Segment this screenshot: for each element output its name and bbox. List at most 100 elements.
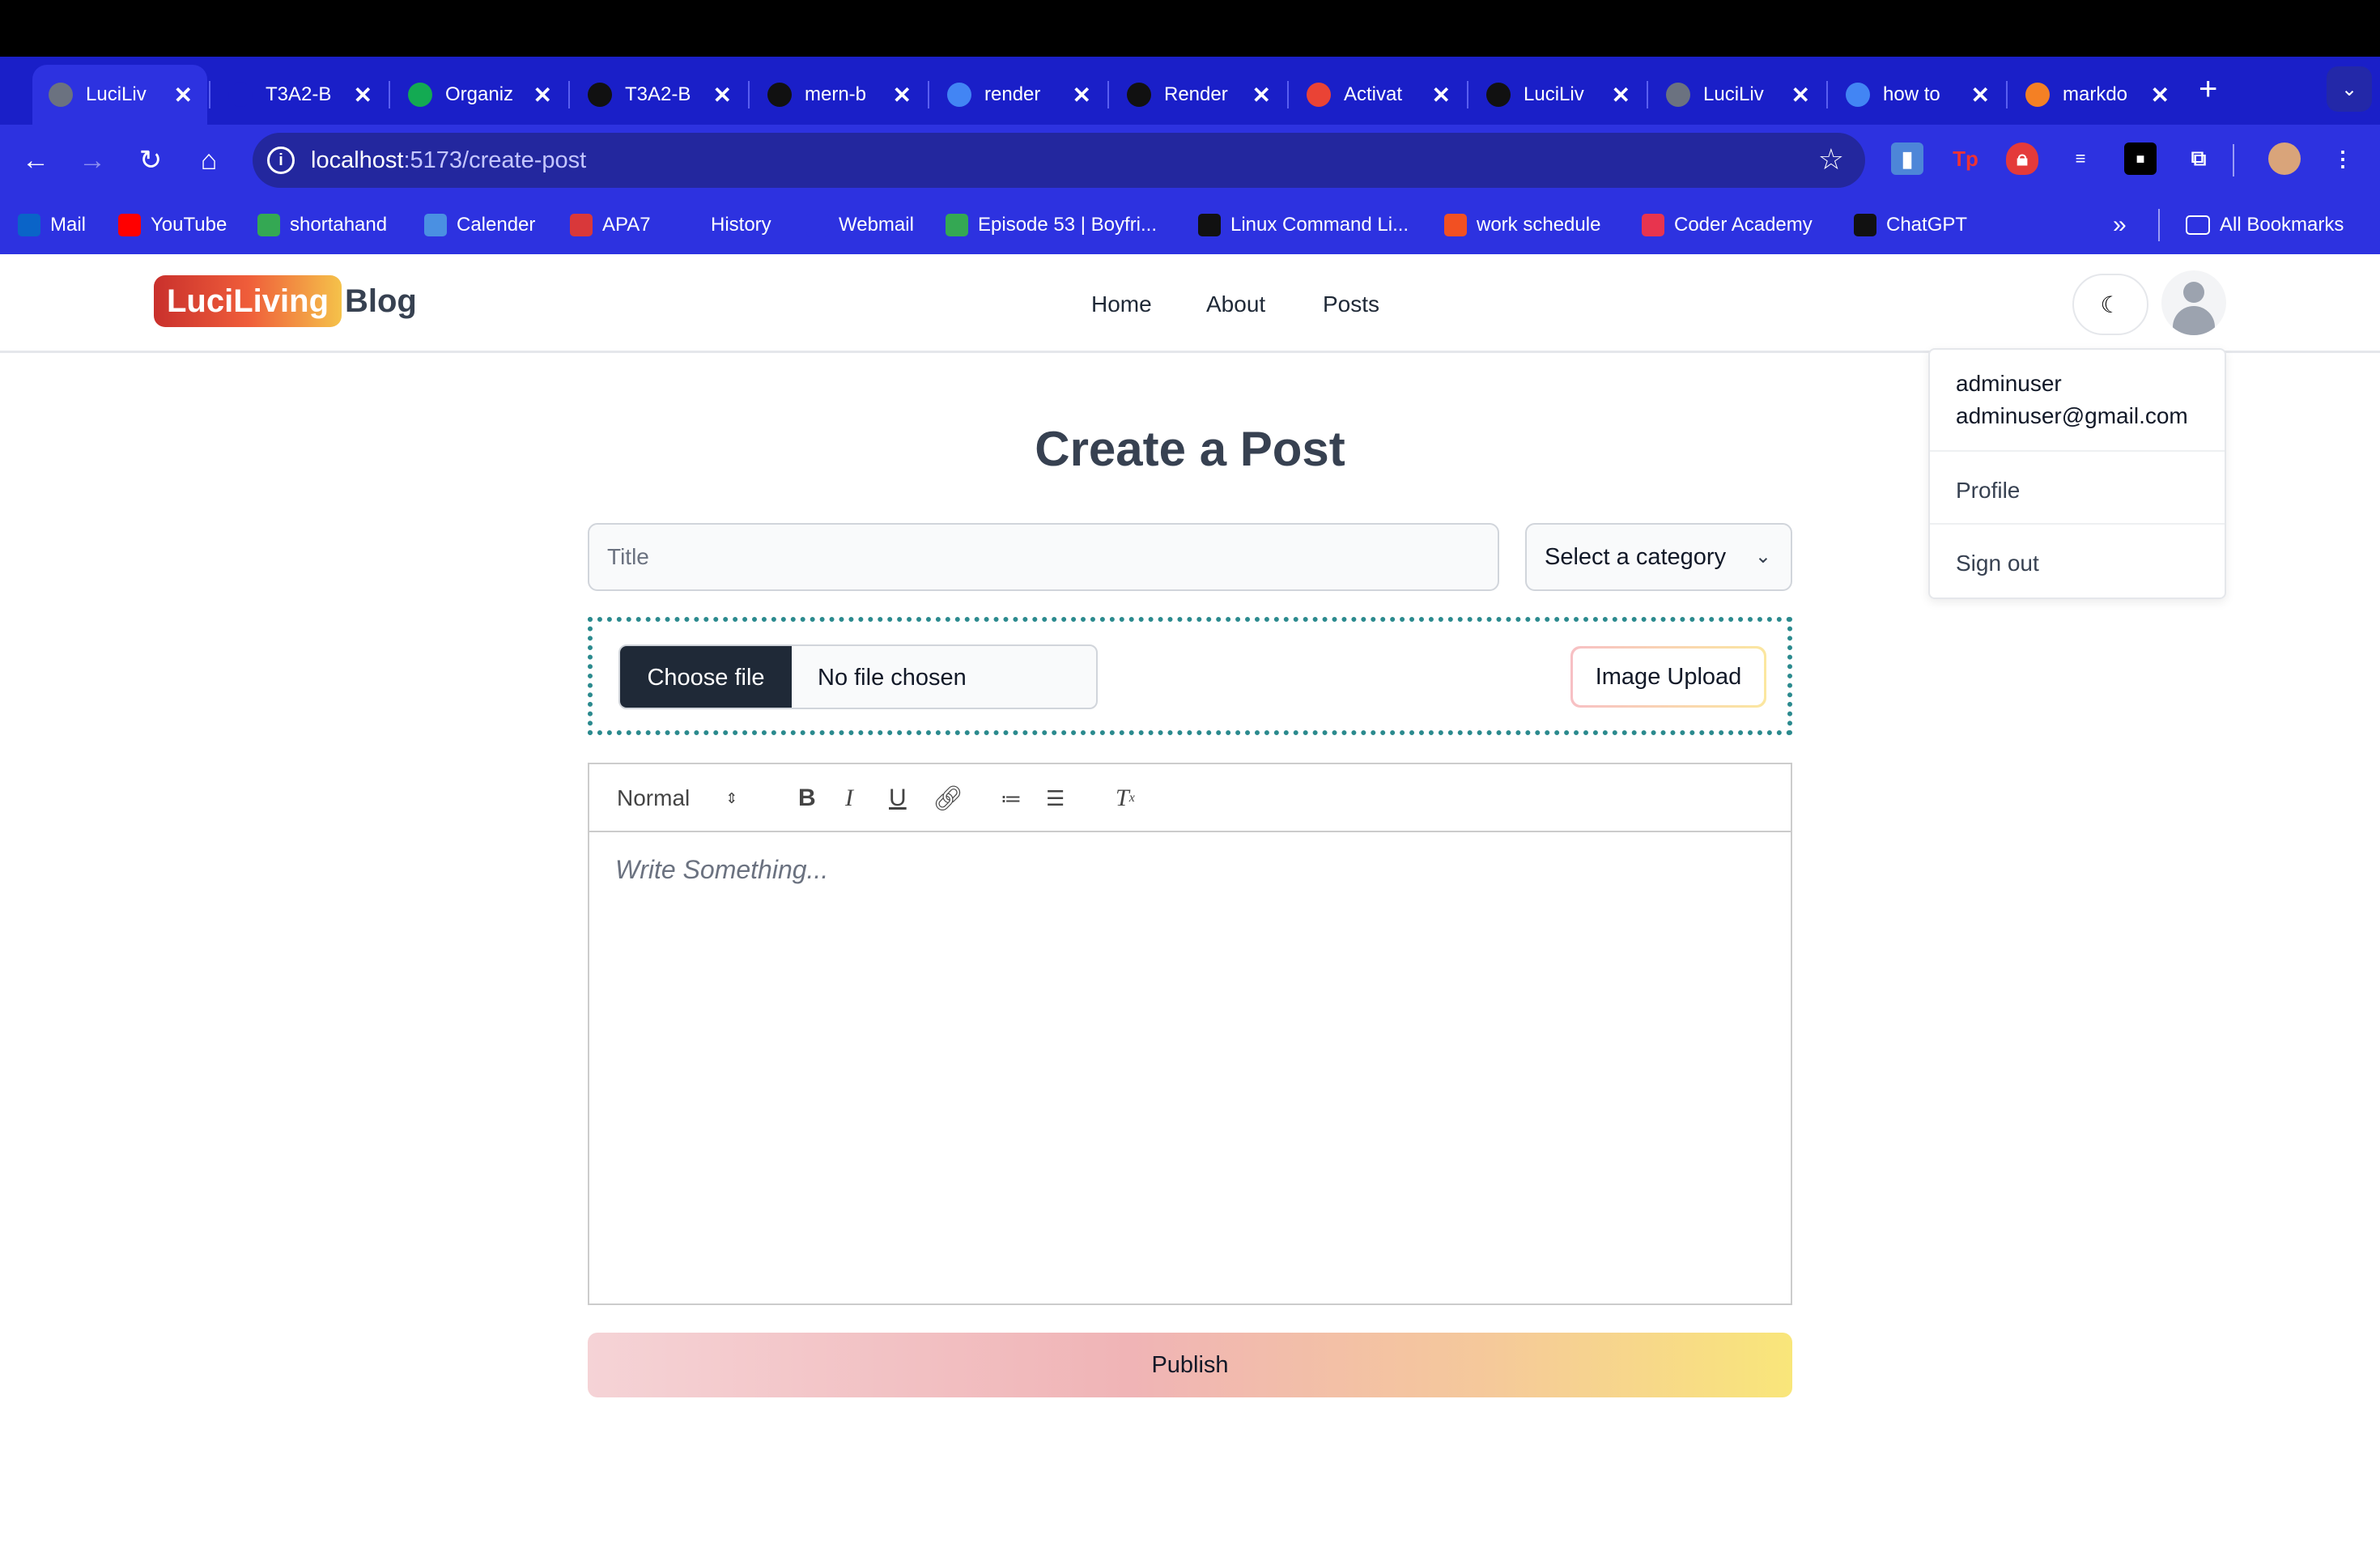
drive-icon — [257, 214, 280, 236]
github-icon — [767, 83, 792, 107]
close-icon[interactable]: ✕ — [893, 82, 912, 108]
close-icon[interactable]: ✕ — [2151, 82, 2170, 108]
browser-toolbar: ← → ↻ ⌂ i localhost:5173/create-post ☆ ▮… — [0, 125, 2380, 196]
close-icon[interactable]: ✕ — [174, 82, 193, 108]
browser-menu-icon[interactable]: ⋮ — [2327, 142, 2359, 175]
bookmark-item[interactable]: YouTube — [118, 211, 227, 240]
profile-menu-item[interactable]: Profile — [1956, 478, 2020, 504]
title-input[interactable]: Title — [588, 523, 1499, 591]
bookmark-item[interactable]: Linux Command Li... — [1198, 211, 1409, 240]
image-upload-label: Image Upload — [1573, 649, 1764, 705]
new-tab-button[interactable]: + — [2199, 71, 2217, 108]
profile-avatar-icon[interactable] — [2268, 142, 2301, 175]
image-upload-button[interactable]: Image Upload — [1570, 646, 1766, 708]
chevrons-right-icon: » — [2113, 211, 2127, 238]
theme-toggle-button[interactable]: ☾ — [2072, 274, 2148, 335]
reading-list-extension-icon[interactable]: ▮ — [1891, 142, 1923, 175]
browser-tab[interactable]: mern-b ✕ — [751, 65, 926, 125]
browser-tab[interactable]: how to ✕ — [1830, 65, 2004, 125]
close-icon[interactable]: ✕ — [533, 82, 552, 108]
home-button[interactable]: ⌂ — [191, 142, 227, 178]
close-icon[interactable]: ✕ — [1252, 82, 1271, 108]
bookmarks-overflow-button[interactable]: » — [2113, 211, 2127, 240]
tab-search-button[interactable]: ⌄ — [2327, 66, 2372, 112]
site-logo[interactable]: LuciLiving Blog — [154, 275, 417, 327]
tp-extension-icon[interactable]: Tp — [1949, 142, 1982, 175]
italic-icon[interactable]: I — [845, 782, 853, 814]
tab-separator — [1287, 81, 1289, 108]
reload-button[interactable]: ↻ — [133, 142, 168, 178]
coder-academy-icon — [1642, 214, 1664, 236]
sign-out-menu-item[interactable]: Sign out — [1956, 551, 2039, 576]
lock-extension-icon[interactable]: ■ — [2124, 142, 2157, 175]
bookmark-item[interactable]: ChatGPT — [1854, 211, 1967, 240]
all-bookmarks-folder[interactable]: All Bookmarks — [2186, 211, 2344, 240]
page-title: Create a Post — [1035, 422, 1345, 476]
url-text[interactable]: localhost:5173/create-post — [311, 147, 586, 174]
file-input[interactable]: Choose file No file chosen — [618, 644, 1098, 709]
dropdown-username: adminuser — [1956, 371, 2062, 396]
nav-about-link[interactable]: About — [1206, 291, 1265, 317]
heading-select[interactable]: Normal ⇕ — [617, 782, 737, 814]
close-icon[interactable]: ✕ — [1432, 82, 1451, 108]
browser-tab[interactable]: LuciLiv ✕ — [1470, 65, 1645, 125]
bookmark-item[interactable]: work schedule — [1444, 211, 1600, 240]
back-button[interactable]: ← — [18, 142, 53, 178]
bookmark-star-icon[interactable]: ☆ — [1818, 142, 1844, 176]
tab-separator — [2006, 81, 2008, 108]
tab-label: Render — [1164, 83, 1228, 105]
bookmark-label: Linux Command Li... — [1230, 214, 1409, 236]
browser-tab[interactable]: T3A2-B ✕ — [572, 65, 746, 125]
close-icon[interactable]: ✕ — [1971, 82, 1990, 108]
screen-top-bar — [0, 0, 2380, 57]
address-bar[interactable]: i localhost:5173/create-post ☆ — [253, 133, 1865, 188]
choose-file-button[interactable]: Choose file — [620, 646, 792, 708]
avatar-head — [2183, 282, 2204, 303]
bookmark-item[interactable]: APA7 — [570, 211, 651, 240]
user-avatar-button[interactable] — [2161, 270, 2226, 335]
link-icon[interactable]: 🔗︎ — [933, 782, 963, 814]
browser-tab[interactable]: markdo ✕ — [2009, 65, 2184, 125]
close-icon[interactable]: ✕ — [354, 82, 372, 108]
close-icon[interactable]: ✕ — [713, 82, 732, 108]
browser-tab[interactable]: T3A2-B ✕ — [212, 65, 387, 125]
bookmark-item[interactable]: Mail — [18, 211, 86, 240]
shield-extension-icon[interactable]: 🔒︎ — [2006, 142, 2038, 175]
lines-extension-icon[interactable]: ≡ — [2064, 142, 2097, 175]
underline-icon[interactable]: U — [889, 782, 907, 814]
browser-tab[interactable]: LuciLiv ✕ — [32, 65, 207, 125]
close-icon[interactable]: ✕ — [1791, 82, 1810, 108]
site-info-icon[interactable]: i — [267, 147, 295, 174]
tab-separator — [1647, 81, 1648, 108]
editor-toolbar: Normal ⇕ B I U 🔗︎ ≔ ☰ Tx — [589, 764, 1791, 832]
category-select[interactable]: Select a category ⌄ — [1525, 523, 1792, 591]
bookmark-item[interactable]: shortahand — [257, 211, 387, 240]
forward-button[interactable]: → — [74, 142, 110, 178]
bookmark-item[interactable]: Episode 53 | Boyfri... — [946, 211, 1157, 240]
clear-format-icon[interactable]: Tx — [1116, 782, 1135, 814]
moon-icon: ☾ — [2100, 291, 2121, 317]
tab-label: T3A2-B — [625, 83, 691, 105]
browser-tab[interactable]: LuciLiv ✕ — [1650, 65, 1825, 125]
nav-home-link[interactable]: Home — [1091, 291, 1152, 317]
bookmark-item[interactable]: Calender — [424, 211, 535, 240]
close-icon[interactable]: ✕ — [1612, 82, 1630, 108]
editor-placeholder[interactable]: Write Something... — [615, 855, 828, 885]
bookmark-item[interactable]: Webmail — [806, 211, 914, 240]
browser-tab[interactable]: Organiz ✕ — [392, 65, 567, 125]
extensions-puzzle-icon[interactable]: ⧉ — [2182, 142, 2215, 175]
nav-posts-link[interactable]: Posts — [1323, 291, 1379, 317]
publish-button[interactable]: Publish — [588, 1333, 1792, 1397]
youtube-icon — [118, 214, 141, 236]
bookmarks-bar: » All Bookmarks Mail YouTube shortahand Cal… — [0, 196, 2380, 254]
bookmark-item[interactable]: Coder Academy — [1642, 211, 1813, 240]
bookmark-item[interactable]: History — [678, 211, 771, 240]
close-icon[interactable]: ✕ — [1073, 82, 1091, 108]
browser-tab[interactable]: Render ✕ — [1111, 65, 1286, 125]
browser-tab[interactable]: render ✕ — [931, 65, 1106, 125]
calendar-icon — [424, 214, 447, 236]
browser-tab[interactable]: Activat ✕ — [1290, 65, 1465, 125]
bold-icon[interactable]: B — [798, 782, 816, 814]
bullet-list-icon[interactable]: ☰ — [1046, 782, 1065, 814]
ordered-list-icon[interactable]: ≔ — [1001, 782, 1022, 814]
